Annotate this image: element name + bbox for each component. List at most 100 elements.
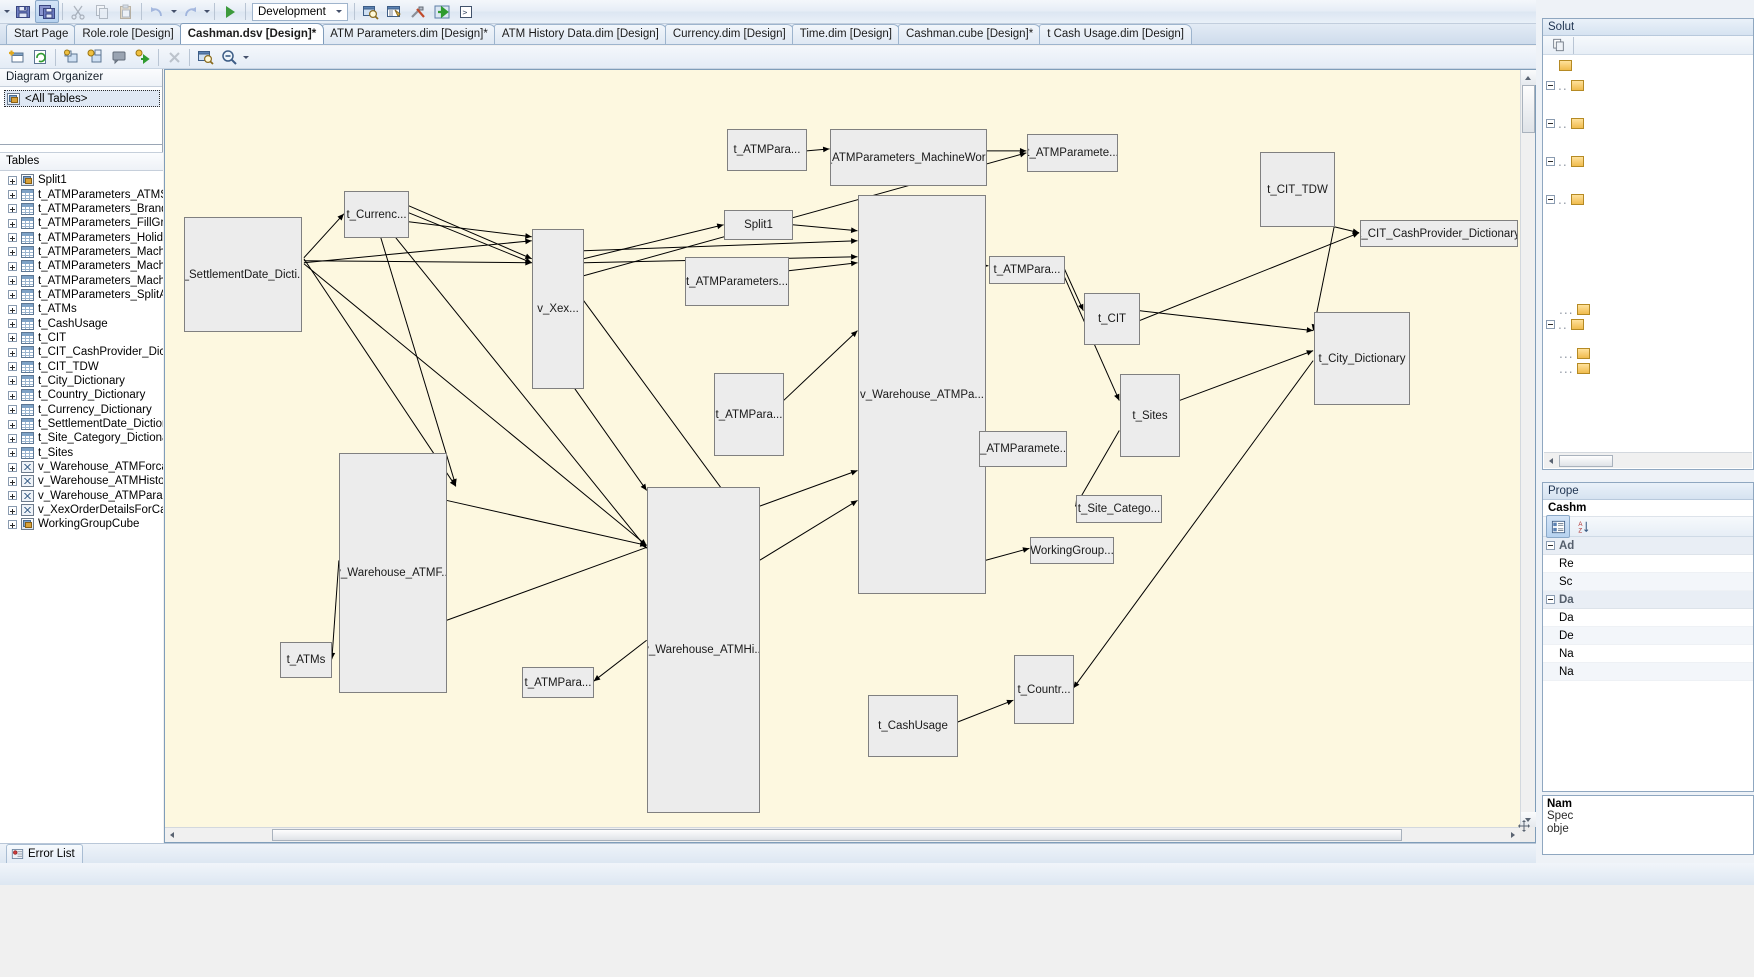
expand-icon[interactable] — [8, 376, 17, 386]
collapse-icon[interactable] — [1546, 195, 1555, 204]
expand-icon[interactable] — [8, 190, 17, 200]
properties-grid[interactable]: Ad Re Sc Da Da De Na Na — [1543, 537, 1753, 681]
tab-t-cash-usage-dim[interactable]: t Cash Usage.dim [Design] — [1039, 24, 1193, 44]
solexp-scroll-thumb[interactable] — [1559, 454, 1613, 467]
diagram-node-warehouse_atmf[interactable]: v_Warehouse_ATMF... — [339, 453, 447, 693]
table-list-item[interactable]: t_ATMParameters_Brand_D — [0, 202, 163, 216]
diagram-node-t_sites[interactable]: t_Sites — [1120, 374, 1180, 457]
diagram-node-atmpara_right[interactable]: t_ATMPara... — [989, 256, 1065, 284]
table-list-item[interactable]: t_ATMParameters_Machine( — [0, 245, 163, 259]
diagram-node-atmpara_l2[interactable]: t_ATMPara... — [714, 373, 784, 456]
categorized-view-button[interactable] — [1546, 515, 1570, 538]
diagram-node-machinework[interactable]: t_ATMParameters_MachineWor... — [830, 129, 987, 186]
diagram-designer[interactable]: t_SettlementDate_Dicti... t_Currenc... v_X… — [164, 69, 1536, 843]
property-row[interactable]: Sc — [1543, 573, 1753, 591]
properties-window-button[interactable] — [382, 0, 406, 23]
property-category[interactable]: Da — [1543, 591, 1753, 609]
expand-icon[interactable] — [8, 276, 17, 286]
expand-icon[interactable] — [8, 419, 17, 429]
collapse-icon[interactable] — [1546, 541, 1555, 550]
solution-configuration-select[interactable]: Development — [252, 2, 348, 21]
diagram-node-vxex[interactable]: v_Xex... — [532, 229, 584, 389]
tab-cashman-dsv[interactable]: Cashman.dsv [Design]* — [179, 23, 325, 44]
tree-node[interactable]: ․․ — [1546, 78, 1753, 93]
new-annotation-button[interactable] — [107, 46, 131, 69]
table-list-item[interactable]: t_CashUsage — [0, 316, 163, 330]
table-list-item[interactable]: t_Sites — [0, 446, 163, 460]
tools-button[interactable] — [406, 0, 430, 23]
tab-time-dim[interactable]: Time.dim [Design] — [791, 24, 900, 44]
property-row[interactable]: Na — [1543, 645, 1753, 663]
expand-icon[interactable] — [8, 319, 17, 329]
tree-leaf[interactable]: ․․․ — [1546, 302, 1753, 317]
canvas-hscroll-thumb[interactable] — [272, 829, 1402, 841]
property-row[interactable]: De — [1543, 627, 1753, 645]
diagram-node-warehouse_atmpa[interactable]: v_Warehouse_ATMPa... — [858, 195, 986, 594]
property-row[interactable]: Re — [1543, 555, 1753, 573]
table-list-item[interactable]: t_ATMParameters_Machine1 — [0, 259, 163, 273]
tab-atm-history-data-dim[interactable]: ATM History Data.dim [Design] — [493, 24, 667, 44]
expand-icon[interactable] — [8, 304, 17, 314]
table-list-item[interactable]: t_ATMParameters_Holidays — [0, 230, 163, 244]
table-list-item[interactable]: t_ATMParameters_FillGroup — [0, 216, 163, 230]
deploy-button[interactable] — [430, 0, 454, 23]
expand-icon[interactable] — [8, 333, 17, 343]
delete-button[interactable] — [162, 46, 186, 69]
diagram-node-site_catego[interactable]: t_Site_Catego... — [1076, 495, 1162, 523]
expand-icon[interactable] — [8, 448, 17, 458]
diagram-node-cashusage[interactable]: t_CashUsage — [868, 695, 958, 757]
tree-leaf[interactable]: ․․․ — [1546, 346, 1753, 361]
property-row[interactable]: Da — [1543, 609, 1753, 627]
table-list-item[interactable]: t_CIT_TDW — [0, 359, 163, 373]
diagram-node-atmparamete_top[interactable]: t_ATMParamete... — [1027, 134, 1118, 172]
copy-button[interactable] — [90, 0, 114, 23]
table-list-item[interactable]: t_ATMParameters_ATMStat — [0, 187, 163, 201]
tree-node[interactable]: ․․ — [1546, 116, 1753, 131]
error-list-tab[interactable]: Error List — [6, 844, 83, 863]
collapse-icon[interactable] — [1546, 157, 1555, 166]
canvas-scroll-left-arrow[interactable] — [165, 828, 179, 842]
table-list-item[interactable]: v_Warehouse_ATMParamet — [0, 489, 163, 503]
expand-icon[interactable] — [8, 218, 17, 228]
find-table-button[interactable] — [193, 46, 217, 69]
start-debug-button[interactable] — [218, 0, 242, 23]
diagram-node-city_dict[interactable]: t_City_Dictionary — [1314, 312, 1410, 405]
solution-tree[interactable]: ․․ ․․ ․․ ․․ ․․․ ․․ ․․․ ․․․ — [1543, 55, 1753, 376]
table-list-item[interactable]: Split1 — [0, 173, 163, 187]
expand-icon[interactable] — [8, 290, 17, 300]
expand-icon[interactable] — [8, 519, 17, 529]
expand-icon[interactable] — [8, 204, 17, 214]
table-list-item[interactable]: v_XexOrderDetailsForCashF — [0, 503, 163, 517]
expand-icon[interactable] — [8, 390, 17, 400]
refresh-button[interactable] — [28, 46, 52, 69]
table-list-item[interactable]: t_ATMParameters_MachineV — [0, 273, 163, 287]
diagram-node-atmparameters_mid[interactable]: t_ATMParameters... — [685, 257, 789, 306]
expand-icon[interactable] — [8, 233, 17, 243]
scroll-up-arrow[interactable] — [1520, 70, 1536, 85]
expand-icon[interactable] — [8, 405, 17, 415]
table-list-item[interactable]: v_Warehouse_ATMForcastI — [0, 460, 163, 474]
diagram-node-currency[interactable]: t_Currenc... — [344, 191, 409, 238]
expand-icon[interactable] — [8, 362, 17, 372]
diagram-node-atmpara_top1[interactable]: t_ATMPara... — [727, 129, 807, 171]
collapse-icon[interactable] — [1546, 320, 1555, 329]
diagram-node-cit_cashprovider[interactable]: t_CIT_CashProvider_Dictionary — [1360, 220, 1518, 247]
tree-node[interactable]: ․․ — [1546, 317, 1753, 332]
save-all-button[interactable] — [35, 0, 59, 23]
collapse-icon[interactable] — [1546, 119, 1555, 128]
table-list-item[interactable]: t_CIT_CashProvider_Diction — [0, 345, 163, 359]
expand-icon[interactable] — [8, 261, 17, 271]
tree-node[interactable]: ․․ — [1546, 192, 1753, 207]
table-list-item[interactable]: v_Warehouse_ATMHistoryL — [0, 474, 163, 488]
alphabetical-view-button[interactable]: A Z — [1572, 515, 1596, 538]
paste-button[interactable] — [114, 0, 138, 23]
expand-icon[interactable] — [8, 247, 17, 257]
solution-explorer-hscroll[interactable] — [1544, 452, 1752, 468]
diagram-node-warehouse_atmhi[interactable]: v_Warehouse_ATMHi... — [647, 487, 760, 813]
add-diagram-button[interactable] — [4, 46, 28, 69]
expand-icon[interactable] — [8, 505, 17, 515]
collapse-icon[interactable] — [1546, 81, 1555, 90]
diagram-node-workinggroup[interactable]: WorkingGroup... — [1030, 537, 1114, 564]
tree-node[interactable]: ․․ — [1546, 154, 1753, 169]
table-list-item[interactable]: t_ATMs — [0, 302, 163, 316]
